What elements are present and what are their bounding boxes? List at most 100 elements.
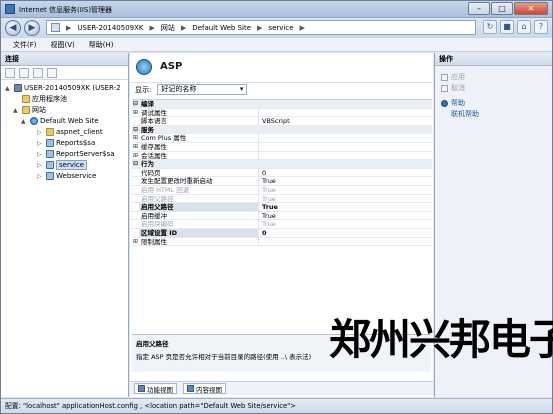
property-value[interactable]: True (259, 212, 432, 220)
folder-icon (22, 95, 30, 103)
property-name: 服务 (141, 125, 154, 134)
property-row[interactable]: 发生配置更改时重新启动 True (132, 177, 432, 186)
folder-icon (22, 106, 30, 114)
expand-toggle-icon[interactable]: ⊞ (132, 109, 139, 117)
property-row[interactable]: ⊞ 调试属性 (132, 108, 432, 118)
expand-toggle-icon[interactable] (132, 195, 139, 203)
tree-node-default-site[interactable]: ▲ Default Web Site (21, 116, 99, 126)
back-button[interactable]: ◀ (5, 20, 21, 36)
property-category[interactable]: ⊟ 行为 (132, 160, 432, 169)
expand-toggle-icon[interactable]: ⊞ (132, 152, 139, 160)
property-name: 编译 (141, 100, 154, 108)
breadcrumb-site[interactable]: Default Web Site (192, 24, 251, 32)
property-row[interactable]: ⊞ Com Plus 属性 (132, 134, 432, 143)
connect-icon[interactable] (5, 68, 15, 78)
expand-toggle-icon[interactable] (132, 117, 139, 125)
maximize-button[interactable]: □ (491, 2, 513, 15)
minimize-button[interactable]: – (468, 2, 490, 15)
tree-node-server[interactable]: ▲ USER-20140509XK (USER-2 (5, 83, 121, 93)
stop-icon[interactable]: ■ (500, 20, 514, 34)
property-row[interactable]: 启用 HTML 回退 True (132, 185, 432, 195)
expand-toggle-icon[interactable] (132, 186, 139, 194)
property-value[interactable] (259, 134, 432, 142)
property-row[interactable]: ⊞ 会话属性 (132, 151, 432, 161)
connect-server-icon[interactable] (47, 68, 57, 78)
property-value[interactable] (259, 109, 432, 117)
online-help-action[interactable]: 联机帮助 (451, 109, 479, 119)
expand-toggle-icon[interactable] (132, 169, 139, 177)
property-category[interactable]: ⊟ 编译 (132, 100, 432, 109)
property-value[interactable]: 0 (259, 169, 432, 177)
refresh-icon[interactable]: ↻ (483, 20, 497, 34)
property-name: 启用块编码 (139, 220, 259, 228)
property-name: 脚本语言 (139, 117, 259, 125)
tree-node-app-pools[interactable]: 应用程序池 (13, 94, 67, 104)
app-icon (46, 139, 54, 147)
expand-toggle-icon[interactable]: ⊟ (132, 126, 139, 134)
property-name: 启用父路径 (139, 203, 259, 211)
breadcrumb[interactable]: ▶ USER-20140509XK ▶ 网站 ▶ Default Web Sit… (46, 20, 476, 35)
help-action[interactable]: 帮助 (441, 98, 465, 108)
menu-view[interactable]: 视图(V) (51, 40, 75, 50)
property-row[interactable]: 启用缓冲 True (132, 211, 432, 221)
property-value[interactable] (259, 238, 432, 246)
help-icon (441, 99, 448, 107)
property-value[interactable]: True (259, 186, 432, 194)
property-row[interactable]: 代码页 0 (132, 168, 432, 178)
breadcrumb-server[interactable]: USER-20140509XK (77, 24, 143, 32)
property-row[interactable]: ⊞ 缓存属性 (132, 142, 432, 152)
close-button[interactable]: ✕ (514, 2, 548, 15)
save-icon[interactable] (19, 68, 29, 78)
property-value[interactable]: True (259, 177, 432, 185)
tab-features-view[interactable]: 功能视图 (134, 383, 177, 394)
tree-node-reports[interactable]: ▷ Reports$sa (37, 138, 95, 148)
property-row[interactable]: 启用块编码 True (132, 220, 432, 229)
expand-toggle-icon[interactable]: ⊟ (132, 100, 139, 108)
property-value[interactable]: 0 (259, 229, 432, 237)
help-icon[interactable]: ? (534, 20, 548, 34)
menu-file[interactable]: 文件(F) (13, 40, 37, 50)
property-value[interactable] (259, 143, 432, 151)
cancel-icon (441, 84, 448, 92)
expand-toggle-icon[interactable] (132, 220, 139, 228)
breadcrumb-sites[interactable]: 网站 (161, 23, 175, 33)
home-icon[interactable]: ⌂ (517, 20, 531, 34)
expand-toggle-icon[interactable] (132, 177, 139, 185)
breadcrumb-app[interactable]: service (268, 24, 293, 32)
expand-toggle-icon[interactable]: ⊞ (132, 143, 139, 151)
tab-content-view[interactable]: 内容视图 (183, 383, 226, 394)
connections-header: 连接 (1, 53, 128, 66)
expand-toggle-icon[interactable] (132, 203, 139, 211)
tree-node-aspnet-client[interactable]: ▷ aspnet_client (37, 127, 103, 137)
property-value[interactable]: VBScript (259, 117, 432, 125)
property-row[interactable]: 脚本语言 VBScript (132, 117, 432, 126)
menu-help[interactable]: 帮助(H) (89, 40, 114, 50)
expand-toggle-icon[interactable]: ⊞ (132, 238, 139, 246)
property-value[interactable]: True (259, 195, 432, 203)
property-value[interactable]: True (259, 203, 432, 211)
connections-pane: 连接 ▲ USER-20140509XK (USER-2 应用程序池 ▲ 网站 ▲ D… (1, 53, 129, 397)
property-row[interactable]: 启用父路径 True (132, 203, 432, 212)
property-grid: ⊟ 编译 ⊞ 调试属性 脚本语言 VBScript ⊟ 服务 ⊞ Com Plus 属性 ⊞ 缓存属性… (132, 99, 432, 247)
up-icon[interactable] (33, 68, 43, 78)
property-name: 限制属性 (139, 237, 259, 246)
property-row[interactable]: 区域设置 ID 0 (132, 228, 432, 238)
property-row[interactable]: 启用父路径 True (132, 194, 432, 204)
property-row[interactable]: ⊞ 限制属性 (132, 237, 432, 247)
forward-button[interactable]: ▶ (24, 20, 40, 36)
expand-toggle-icon[interactable]: ⊞ (132, 134, 139, 142)
property-value[interactable] (259, 152, 432, 160)
property-value[interactable]: True (259, 220, 432, 228)
tree-node-reportserver[interactable]: ▷ ReportServer$sa (37, 149, 115, 159)
expand-toggle-icon[interactable] (132, 212, 139, 220)
tree-node-service[interactable]: ▷ service (37, 160, 88, 170)
apply-action[interactable]: 应用 (441, 72, 465, 82)
connections-toolbar (1, 66, 128, 80)
display-select[interactable]: 好记的名称 ▾ (157, 84, 248, 95)
tree-node-webservice[interactable]: ▷ Webservice (37, 171, 96, 181)
tree-node-sites[interactable]: ▲ 网站 (13, 105, 46, 115)
property-category[interactable]: ⊟ 服务 (132, 125, 432, 135)
expand-toggle-icon[interactable]: ⊟ (132, 160, 139, 168)
cancel-action[interactable]: 取消 (441, 83, 465, 93)
expand-toggle-icon[interactable] (132, 229, 139, 237)
